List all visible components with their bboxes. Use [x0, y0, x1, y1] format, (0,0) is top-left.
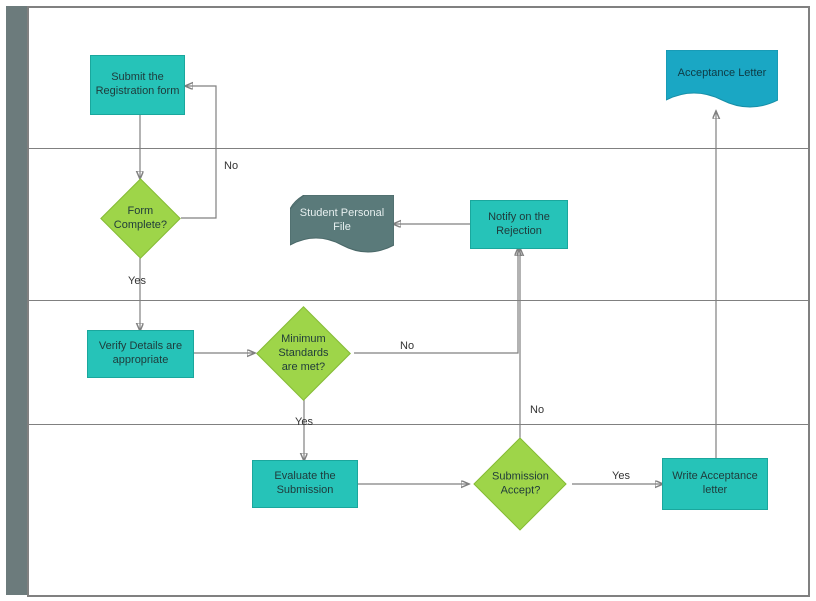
- node-label: Minimum Standards are met?: [271, 329, 336, 378]
- node-label: Submission Accept?: [488, 466, 553, 502]
- node-label: Acceptance Letter: [674, 63, 771, 85]
- edge-label-yes-submission: Yes: [612, 470, 630, 482]
- node-label: Submit the Registration form: [91, 67, 184, 103]
- node-notify-rejection: Notify on the Rejection: [470, 200, 568, 249]
- node-form-complete-decision: Form Complete?: [100, 178, 181, 259]
- edge-label-no-standards: No: [400, 340, 414, 352]
- node-write-acceptance-letter: Write Acceptance letter: [662, 458, 768, 510]
- swimlane-divider-1: [27, 148, 810, 149]
- edge-label-yes-standards: Yes: [295, 416, 313, 428]
- node-evaluate-submission: Evaluate the Submission: [252, 460, 358, 508]
- edge-label-no-formcomplete: No: [224, 160, 238, 172]
- swimlane-divider-3: [27, 424, 810, 425]
- flowchart-canvas: Submit the Registration form Form Comple…: [0, 0, 816, 601]
- node-submission-accept-decision: Submission Accept?: [473, 437, 566, 530]
- swimlane-divider-2: [27, 300, 810, 301]
- node-label: Notify on the Rejection: [471, 207, 567, 243]
- node-acceptance-letter: Acceptance Letter: [666, 50, 778, 112]
- node-label: Form Complete?: [110, 201, 171, 237]
- edge-label-yes-formcomplete: Yes: [128, 275, 146, 287]
- node-student-personal-file: Student Personal File: [290, 195, 394, 257]
- node-label: Write Acceptance letter: [663, 466, 767, 502]
- swimlane-border-bottom: [27, 595, 810, 597]
- node-verify-details: Verify Details are appropriate: [87, 330, 194, 378]
- node-minimum-standards-decision: Minimum Standards are met?: [256, 306, 351, 401]
- node-label: Verify Details are appropriate: [88, 336, 193, 372]
- swimlane-border-top: [27, 6, 810, 8]
- node-label: Student Personal File: [290, 203, 394, 239]
- edge-label-no-submission: No: [530, 404, 544, 416]
- node-label: Evaluate the Submission: [253, 466, 357, 502]
- swimlane-band: [6, 6, 27, 595]
- node-submit-registration: Submit the Registration form: [90, 55, 185, 115]
